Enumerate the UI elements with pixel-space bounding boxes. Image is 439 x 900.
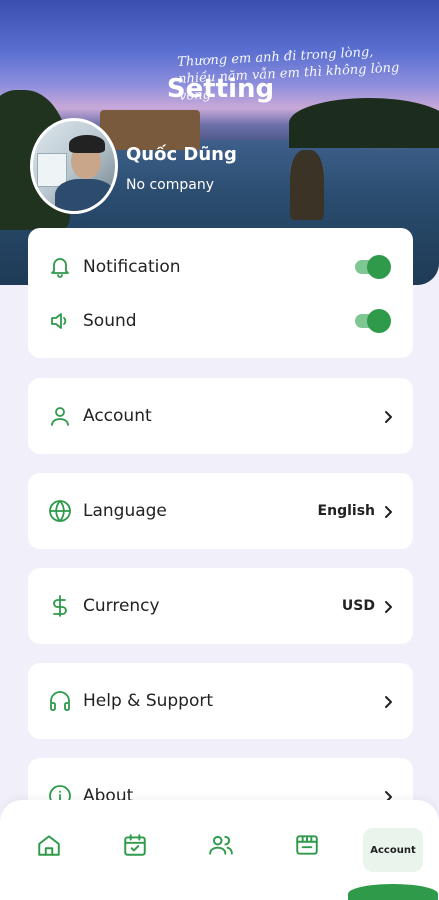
user-company: No company bbox=[126, 177, 215, 193]
bell-icon bbox=[48, 255, 72, 279]
chevron-right-icon bbox=[381, 599, 395, 613]
user-icon bbox=[48, 404, 72, 428]
avatar[interactable] bbox=[30, 118, 118, 214]
nav-home[interactable] bbox=[32, 830, 66, 864]
chevron-right-icon bbox=[381, 504, 395, 518]
store-icon bbox=[294, 832, 320, 862]
page-title: Setting bbox=[166, 74, 275, 104]
nav-users[interactable] bbox=[204, 830, 238, 864]
chevron-right-icon bbox=[381, 694, 395, 708]
language-item[interactable]: Language English bbox=[28, 473, 413, 549]
home-icon bbox=[36, 832, 62, 862]
nav-store[interactable] bbox=[290, 830, 324, 864]
user-name: Quốc Dũng bbox=[126, 144, 237, 165]
chevron-right-icon bbox=[381, 409, 395, 423]
help-label: Help & Support bbox=[83, 691, 214, 711]
nav-schedule[interactable] bbox=[118, 830, 152, 864]
language-label: Language bbox=[83, 501, 167, 521]
sound-label: Sound bbox=[83, 311, 137, 331]
active-tab-indicator bbox=[348, 884, 438, 900]
toggles-card: Notification Sound bbox=[28, 228, 413, 358]
account-label: Account bbox=[83, 406, 152, 426]
globe-icon bbox=[48, 499, 72, 523]
currency-item[interactable]: Currency USD bbox=[28, 568, 413, 644]
users-icon bbox=[208, 832, 234, 862]
sound-row: Sound bbox=[28, 294, 413, 348]
account-item[interactable]: Account bbox=[28, 378, 413, 454]
speaker-icon bbox=[48, 309, 72, 333]
notification-row: Notification bbox=[28, 240, 413, 294]
banner-trees bbox=[289, 98, 439, 148]
currency-label: Currency bbox=[83, 596, 160, 616]
headphones-icon bbox=[48, 689, 72, 713]
nav-account-tab[interactable]: Account bbox=[363, 828, 423, 872]
currency-value: USD bbox=[341, 598, 375, 614]
notification-toggle[interactable] bbox=[355, 255, 391, 279]
sound-toggle[interactable] bbox=[355, 309, 391, 333]
help-item[interactable]: Help & Support bbox=[28, 663, 413, 739]
dollar-icon bbox=[48, 594, 72, 618]
calendar-check-icon bbox=[122, 832, 148, 862]
banner-boat bbox=[290, 150, 324, 220]
notification-label: Notification bbox=[83, 257, 181, 277]
language-value: English bbox=[317, 503, 375, 519]
